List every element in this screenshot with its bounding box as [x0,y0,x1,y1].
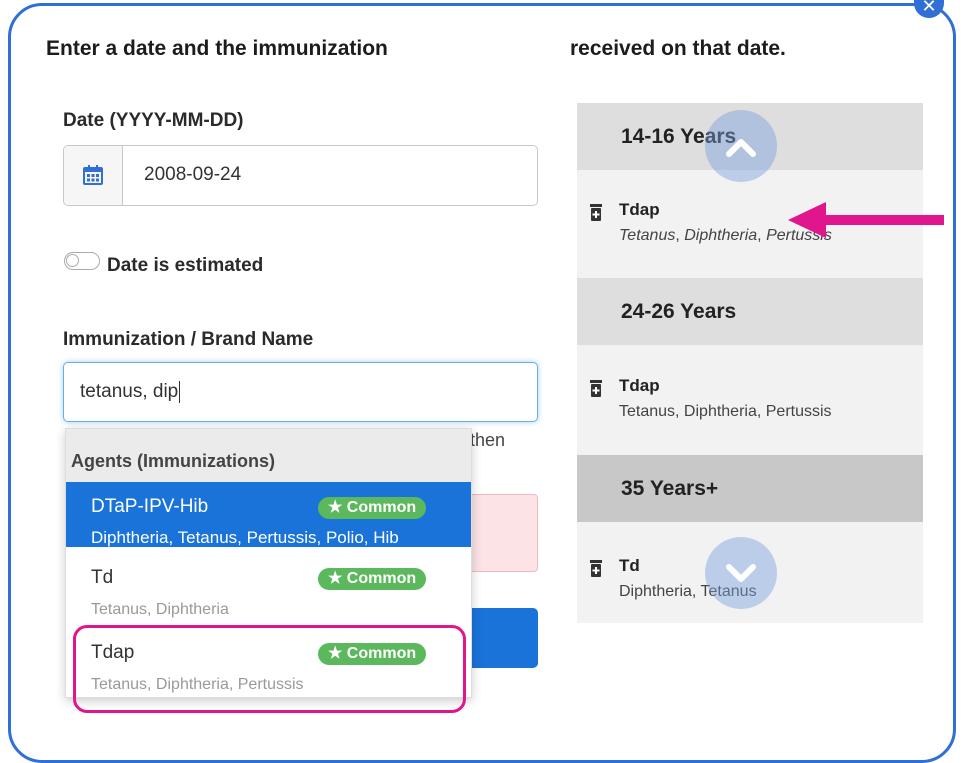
timeline-group-24-26: 24-26 Years [577,278,923,345]
calendar-icon [83,165,103,185]
instruction-heading-left: Enter a date and the immunization [46,37,388,60]
date-label: Date (YYYY-MM-DD) [63,110,244,131]
immunization-search-input[interactable]: tetanus, dip [63,362,538,422]
scroll-down-button[interactable] [705,537,777,609]
item-name: DTaP-IPV-Hib [91,496,209,517]
close-icon[interactable]: ✕ [914,0,944,17]
toggle-knob [66,254,79,267]
submit-button[interactable] [466,608,538,668]
entry-name: Tdap [619,200,660,219]
date-addon[interactable] [64,146,123,205]
close-button[interactable]: ✕ [914,0,944,18]
entry-name: Tdap [619,376,660,395]
dropdown-group-title: Agents (Immunizations) [71,451,276,471]
timeline-entry-tdap-2[interactable]: Tdap Tetanus, Diphtheria, Pertussis [577,376,923,436]
search-value: tetanus, dip [80,381,179,403]
entry-name: Td [619,556,640,575]
immunization-label: Immunization / Brand Name [63,329,314,350]
common-badge: ★ Common [318,497,427,519]
chevron-up-icon [726,139,756,157]
scroll-up-button[interactable] [705,110,777,182]
alert-box [466,494,538,572]
annotation-arrow-icon [788,202,944,238]
date-input-group[interactable]: 2008-09-24 [63,145,538,206]
vial-icon [590,204,602,221]
item-name: Td [91,567,114,588]
item-agents: Tetanus, Diphtheria [91,601,229,618]
vial-icon [590,560,602,577]
instruction-heading-right: received on that date. [570,37,786,60]
dropdown-item-dtap-ipv-hib[interactable]: DTaP-IPV-Hib ★ Common Diphtheria, Tetanu… [66,482,471,547]
group-title: 35 Years+ [621,477,719,500]
dropdown-group-header: Agents (Immunizations) [66,429,471,482]
estimated-toggle[interactable] [64,252,100,270]
dropdown-item-td[interactable]: Td ★ Common Tetanus, Diphtheria [66,547,471,622]
tdap-highlight-annotation [73,625,466,713]
item-agents: Diphtheria, Tetanus, Pertussis, Polio, H… [91,528,399,547]
timeline-group-35-plus: 35 Years+ [577,455,923,522]
group-title: 24-26 Years [621,300,737,323]
estimated-label: Date is estimated [107,255,264,276]
chevron-down-icon [726,564,756,582]
entry-agents: Tetanus, Diphtheria, Pertussis [619,403,832,420]
common-badge: ★ Common [318,568,427,590]
vial-icon [590,380,602,397]
text-caret [179,381,181,403]
helper-text-fragment: then [470,430,506,450]
date-field[interactable]: 2008-09-24 [144,164,241,186]
